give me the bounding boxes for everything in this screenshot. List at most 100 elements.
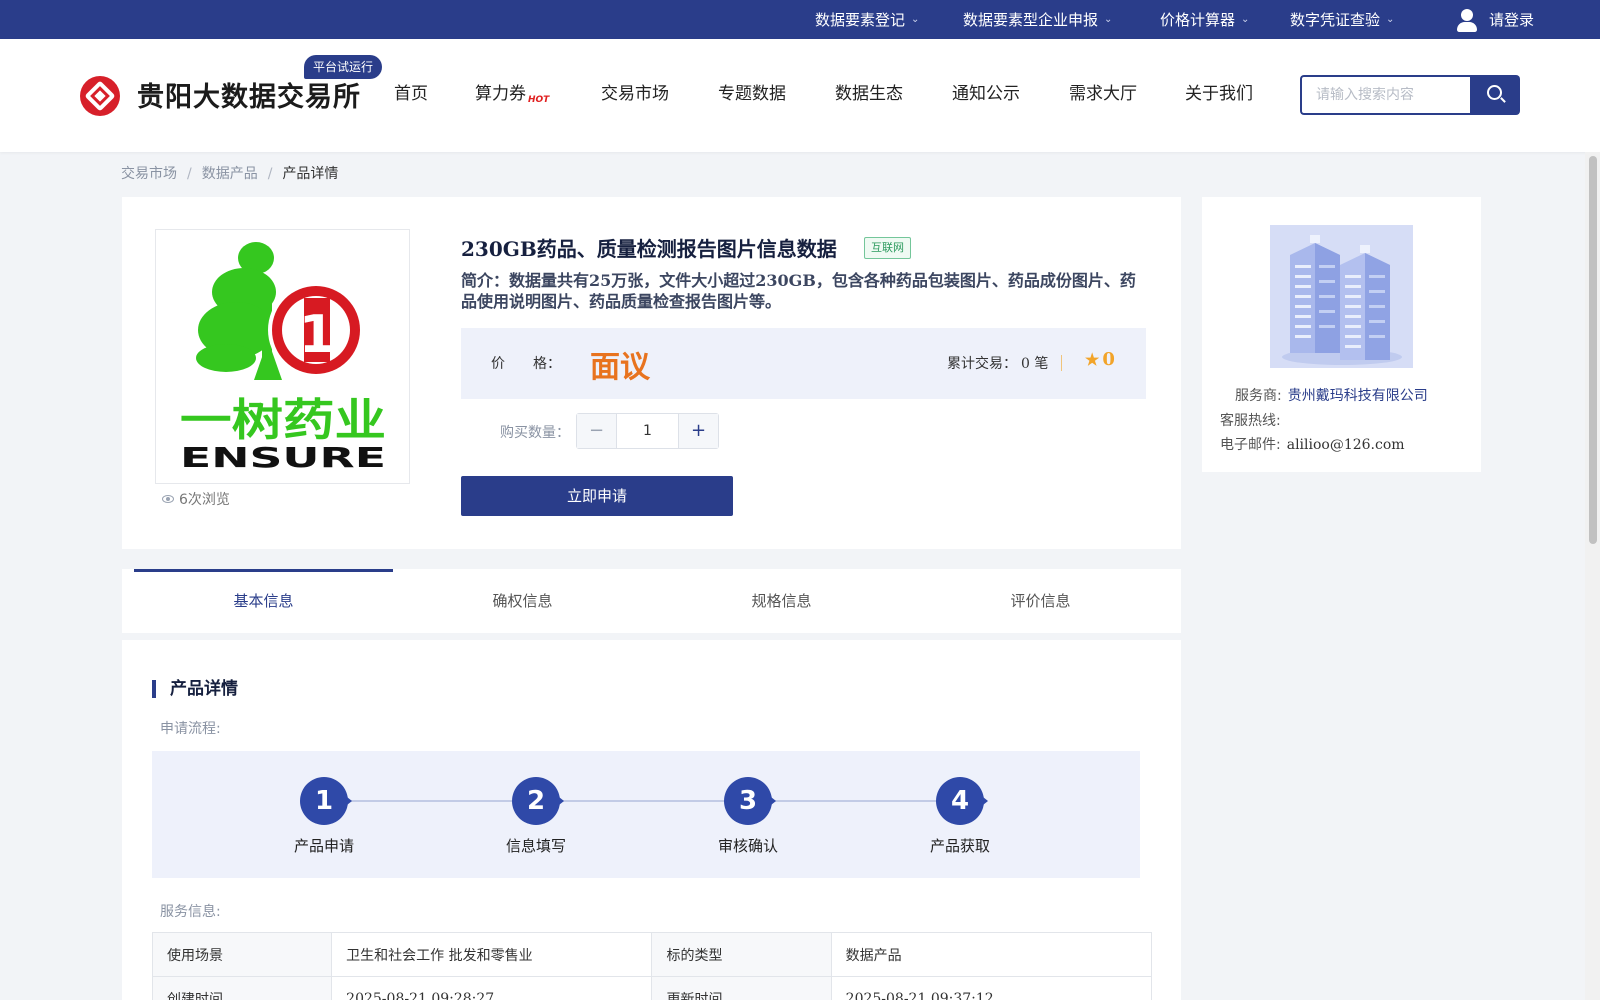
table-key: 标的类型 <box>651 932 832 977</box>
chevron-down-icon: ⌄ <box>1104 14 1113 25</box>
breadcrumb-separator: / <box>267 166 273 182</box>
rating-value: 0 <box>1102 349 1115 370</box>
product-image: 1 一树药业 ENSURE <box>155 229 410 484</box>
svg-text:一树药业: 一树药业 <box>180 395 386 446</box>
tab-basic-info[interactable]: 基本信息 <box>134 569 393 633</box>
category-tag: 互联网 <box>864 237 911 259</box>
scrollbar-thumb[interactable] <box>1589 156 1597 544</box>
email-label: 电子邮件: <box>1220 437 1281 453</box>
nav-label: 首页 <box>394 84 428 104</box>
process-label: 申请流程: <box>160 721 221 737</box>
topbar-item-certificate-check[interactable]: 数字凭证查验 ⌄ <box>1290 0 1394 39</box>
building-icon <box>1270 225 1413 368</box>
rating: ★ 0 <box>1085 349 1115 370</box>
steps-connector <box>327 800 967 802</box>
provider-hotline-row: 客服热线: <box>1220 410 1287 430</box>
star-icon: ★ <box>1085 350 1100 369</box>
step-item: 3 审核确认 <box>688 777 808 856</box>
topbar-item-label: 数据要素登记 <box>815 11 906 29</box>
price-panel: 价 格： 面议 累计交易： 0 笔 ★ 0 <box>461 328 1146 399</box>
quantity-input[interactable] <box>617 414 678 448</box>
topbar-item-price-calculator[interactable]: 价格计算器 ⌄ <box>1160 0 1249 39</box>
provider-card: 服务商: 贵州戴玛科技有限公司 客服热线: 电子邮件: alilioo@126.co… <box>1202 197 1481 472</box>
provider-building-image <box>1270 225 1413 368</box>
nav-label: 通知公示 <box>952 84 1020 104</box>
table-row: 创建时间 2025-08-21 09:28:27 更新时间 2025-08-21… <box>151 976 1153 1000</box>
price-value: 面议 <box>590 350 650 385</box>
brand-logo-icon[interactable] <box>80 76 120 116</box>
step-label: 产品获取 <box>929 837 990 855</box>
nav-label: 交易市场 <box>601 84 669 104</box>
top-utility-bar: 数据要素登记 ⌄ 数据要素型企业申报 ⌄ 价格计算器 ⌄ 数字凭证查验 ⌄ 请登… <box>0 0 1600 39</box>
topbar-item-label: 数字凭证查验 <box>1290 11 1381 29</box>
quantity-decrease-button[interactable]: − <box>577 414 617 448</box>
detail-tabs: 基本信息 确权信息 规格信息 评价信息 <box>122 569 1181 633</box>
price-label: 价 格： <box>491 356 561 372</box>
product-card: 1 一树药业 ENSURE 6次浏览 230GB药品、质量检测报告图片信息数据 … <box>122 197 1181 549</box>
breadcrumb-item-market[interactable]: 交易市场 <box>121 166 177 182</box>
trial-badge: 平台试运行 <box>304 55 383 79</box>
breadcrumb: 交易市场 / 数据产品 / 产品详情 <box>121 163 338 183</box>
page-scrollbar[interactable] <box>1585 152 1600 1000</box>
tab-spec-info[interactable]: 规格信息 <box>652 569 911 633</box>
chevron-down-icon: ⌄ <box>1386 14 1395 25</box>
trade-count-value: 0 笔 <box>1021 356 1049 372</box>
site-header: 贵阳大数据交易所 平台试运行 首页 算力券 HOT 交易市场 专题数据 数据生态 … <box>0 39 1600 152</box>
nav-label: 需求大厅 <box>1069 84 1137 104</box>
eye-icon <box>162 495 174 503</box>
step-label: 产品申请 <box>293 837 354 855</box>
step-number: 4 <box>936 777 988 825</box>
provider-name-link[interactable]: 贵州戴玛科技有限公司 <box>1288 388 1428 404</box>
nav-home[interactable]: 首页 <box>394 78 428 110</box>
table-key: 创建时间 <box>151 976 333 1000</box>
breadcrumb-separator: / <box>187 166 192 182</box>
step-label: 信息填写 <box>505 837 566 855</box>
table-value: 数据产品 <box>830 932 1153 977</box>
nav-topic-data[interactable]: 专题数据 <box>718 78 786 110</box>
user-icon <box>1455 7 1479 33</box>
hot-badge-icon: HOT <box>528 95 550 105</box>
step-item: 4 产品获取 <box>900 777 1020 856</box>
nav-label: 数据生态 <box>835 84 903 104</box>
nav-about[interactable]: 关于我们 <box>1185 78 1253 110</box>
topbar-item-enterprise-declaration[interactable]: 数据要素型企业申报 ⌄ <box>963 0 1112 39</box>
nav-data-ecosystem[interactable]: 数据生态 <box>835 78 903 110</box>
breadcrumb-item-data-products[interactable]: 数据产品 <box>202 166 258 182</box>
brand-name[interactable]: 贵阳大数据交易所 <box>137 75 361 114</box>
product-title: 230GB药品、质量检测报告图片信息数据 <box>461 237 837 261</box>
provider-label: 服务商: <box>1235 388 1282 404</box>
breadcrumb-item-current: 产品详情 <box>282 166 339 182</box>
apply-now-button[interactable]: 立即申请 <box>461 476 733 516</box>
service-info-table: 使用场景 卫生和社会工作 批发和零售业 标的类型 数据产品 创建时间 2025-… <box>151 932 1153 1000</box>
topbar-item-label: 价格计算器 <box>1160 11 1236 29</box>
step-number: 1 <box>300 777 352 825</box>
nav-notices[interactable]: 通知公示 <box>952 78 1020 110</box>
login-link[interactable]: 请登录 <box>1455 0 1534 39</box>
chevron-down-icon: ⌄ <box>1241 14 1250 25</box>
product-description: 简介：数据量共有25万张，文件大小超过230GB，包含各种药品包装图片、药品成份… <box>461 271 1136 311</box>
topbar-item-label: 数据要素型企业申报 <box>963 11 1099 29</box>
nav-market[interactable]: 交易市场 <box>601 78 669 110</box>
view-count: 6次浏览 <box>162 489 230 509</box>
nav-label: 专题数据 <box>718 84 786 104</box>
nav-compute-voucher[interactable]: 算力券 HOT <box>475 78 549 110</box>
step-number: 2 <box>512 777 564 825</box>
tree-logo-icon: 1 一树药业 ENSURE <box>180 242 386 474</box>
product-detail-section: 产品详情 申请流程: 1 产品申请 2 信息填写 3 审核确认 4 产品获取 服… <box>122 640 1181 1000</box>
login-label: 请登录 <box>1489 11 1535 29</box>
nav-label: 关于我们 <box>1185 84 1253 104</box>
step-item: 2 信息填写 <box>476 777 596 856</box>
chevron-down-icon: ⌄ <box>911 14 920 25</box>
topbar-item-data-registration[interactable]: 数据要素登记 ⌄ <box>815 0 919 39</box>
quantity-label: 购买数量： <box>500 425 570 441</box>
email-value: alilioo@126.com <box>1286 437 1405 453</box>
tab-ownership-info[interactable]: 确权信息 <box>393 569 652 633</box>
nav-demand-hall[interactable]: 需求大厅 <box>1069 78 1137 110</box>
table-value: 2025-08-21 09:37:12 <box>830 976 1153 1000</box>
quantity-increase-button[interactable]: + <box>678 414 718 448</box>
trade-count-label: 累计交易： <box>947 356 1017 372</box>
tab-review-info[interactable]: 评价信息 <box>911 569 1170 633</box>
svg-text:ENSURE: ENSURE <box>180 441 386 474</box>
search-button[interactable] <box>1470 75 1520 115</box>
svg-text:1: 1 <box>299 305 335 365</box>
